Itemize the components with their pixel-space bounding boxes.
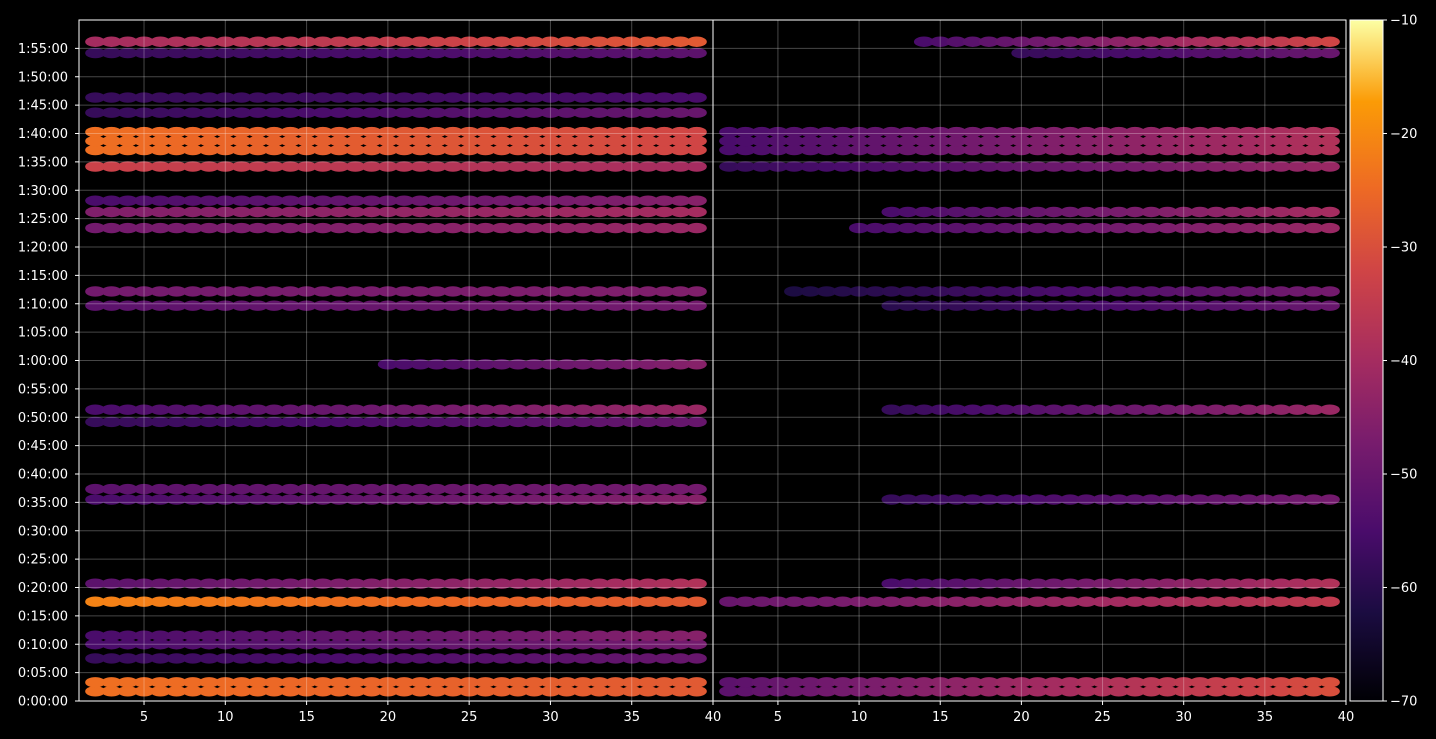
y-tick-label: 0:05:00 <box>18 666 68 681</box>
colorbar-tick-label: −60 <box>1390 581 1417 596</box>
heatmap-cell <box>686 286 707 297</box>
y-tick-label: 0:15:00 <box>18 609 68 624</box>
x-tick-label: 25 <box>461 710 478 725</box>
heatmap-cell <box>1319 126 1340 138</box>
heatmap-cell <box>1319 47 1340 59</box>
x-tick-label: 20 <box>380 710 397 725</box>
y-tick-label: 1:25:00 <box>18 212 68 227</box>
x-tick-label: 25 <box>1094 710 1111 725</box>
y-tick-label: 1:30:00 <box>18 184 68 199</box>
y-tick-label: 1:50:00 <box>18 70 68 85</box>
heatmap-cell <box>686 206 707 218</box>
heatmap-cell <box>686 144 707 156</box>
heatmap-cell <box>1319 206 1340 218</box>
y-tick-label: 0:20:00 <box>18 581 68 596</box>
x-tick-label: 30 <box>542 710 559 725</box>
x-axis: 5 10 15 20 25 30 35 40 5 10 15 20 25 30 35 40 <box>140 701 1354 725</box>
y-tick-label: 0:10:00 <box>18 638 68 653</box>
colorbar-tick-label: −50 <box>1390 468 1417 483</box>
y-tick-label: 1:40:00 <box>18 127 68 142</box>
heatmap-cell <box>1319 144 1340 156</box>
y-tick-label: 1:15:00 <box>18 269 68 284</box>
heatmap-cell <box>686 161 707 172</box>
heatmap-cell <box>686 494 707 505</box>
y-tick-label: 0:30:00 <box>18 524 68 539</box>
heatmap-cell <box>686 630 707 641</box>
y-tick-label: 1:00:00 <box>18 354 68 369</box>
heatmap-cell <box>686 483 707 495</box>
x-tick-label: 5 <box>774 710 782 725</box>
x-tick-label: 10 <box>217 710 234 725</box>
x-tick-label: 15 <box>932 710 949 725</box>
x-tick-label: 15 <box>298 710 315 725</box>
heatmap-cell <box>686 677 707 688</box>
heatmap-cell <box>686 222 707 234</box>
heatmap-cell <box>1319 36 1340 47</box>
heatmap-cell <box>686 416 707 428</box>
heatmap-cell <box>1319 135 1340 147</box>
y-tick-label: 1:45:00 <box>18 99 68 114</box>
heatmap-cell <box>686 404 707 415</box>
colorbar-tick-label: −20 <box>1390 127 1417 142</box>
y-tick-label: 0:00:00 <box>18 695 68 710</box>
heatmap-cell <box>1319 404 1340 415</box>
y-tick-label: 0:40:00 <box>18 468 68 483</box>
x-tick-label: 40 <box>1338 710 1355 725</box>
y-tick-label: 0:35:00 <box>18 496 68 511</box>
heatmap-cell <box>686 195 707 206</box>
spectrogram-figure: 5 10 15 20 25 30 35 40 5 10 15 20 25 30 35 40 0:00:000:… <box>18 14 1418 726</box>
heatmap-cell <box>686 107 707 118</box>
y-tick-label: 1:35:00 <box>18 155 68 170</box>
y-tick-label: 1:20:00 <box>18 241 68 256</box>
heatmap-cell <box>686 126 707 138</box>
y-tick-label: 0:50:00 <box>18 411 68 426</box>
y-tick-label: 0:55:00 <box>18 382 68 397</box>
heatmap-cell <box>686 36 707 47</box>
y-tick-label: 0:45:00 <box>18 439 68 454</box>
heatmap-cell <box>1319 494 1340 505</box>
y-axis: 0:00:00 0:05:00 0:10:00 0:15:00 0:20:00 0:25:… <box>18 42 79 710</box>
heatmap-cell <box>686 686 707 697</box>
y-tick-label: 1:55:00 <box>18 42 68 57</box>
heatmap-cell <box>1319 596 1340 607</box>
heatmap-cell <box>1319 286 1340 297</box>
x-tick-label: 5 <box>140 710 148 725</box>
heatmap-cell <box>1319 222 1340 234</box>
heatmap-cell <box>1319 686 1340 697</box>
heatmap-cell <box>686 653 707 664</box>
heatmap-cell <box>686 92 707 103</box>
y-tick-label: 1:05:00 <box>18 326 68 341</box>
y-tick-label: 0:25:00 <box>18 553 68 568</box>
x-tick-label: 30 <box>1175 710 1192 725</box>
heatmap-cell <box>686 135 707 147</box>
x-tick-label: 35 <box>623 710 640 725</box>
heatmap-cell <box>686 47 707 59</box>
heatmap-cell <box>1319 677 1340 688</box>
colorbar-tick-label: −70 <box>1390 695 1417 710</box>
colorbar-gradient <box>1349 19 1384 702</box>
x-tick-label: 40 <box>705 710 722 725</box>
colorbar-tick-label: −30 <box>1390 241 1417 256</box>
x-tick-label: 10 <box>851 710 868 725</box>
colorbar: −10 −20 −30 −40 −50 −60 −70 <box>1349 14 1417 710</box>
x-tick-label: 35 <box>1257 710 1274 725</box>
colorbar-tick-label: −40 <box>1390 354 1417 369</box>
heatmap-cell <box>1319 300 1340 311</box>
heatmap-cell <box>686 596 707 607</box>
y-tick-label: 1:10:00 <box>18 297 68 312</box>
heatmap-cell <box>686 300 707 311</box>
x-tick-label: 20 <box>1013 710 1030 725</box>
heatmap-cell <box>1319 161 1340 172</box>
colorbar-tick-label: −10 <box>1390 14 1417 29</box>
